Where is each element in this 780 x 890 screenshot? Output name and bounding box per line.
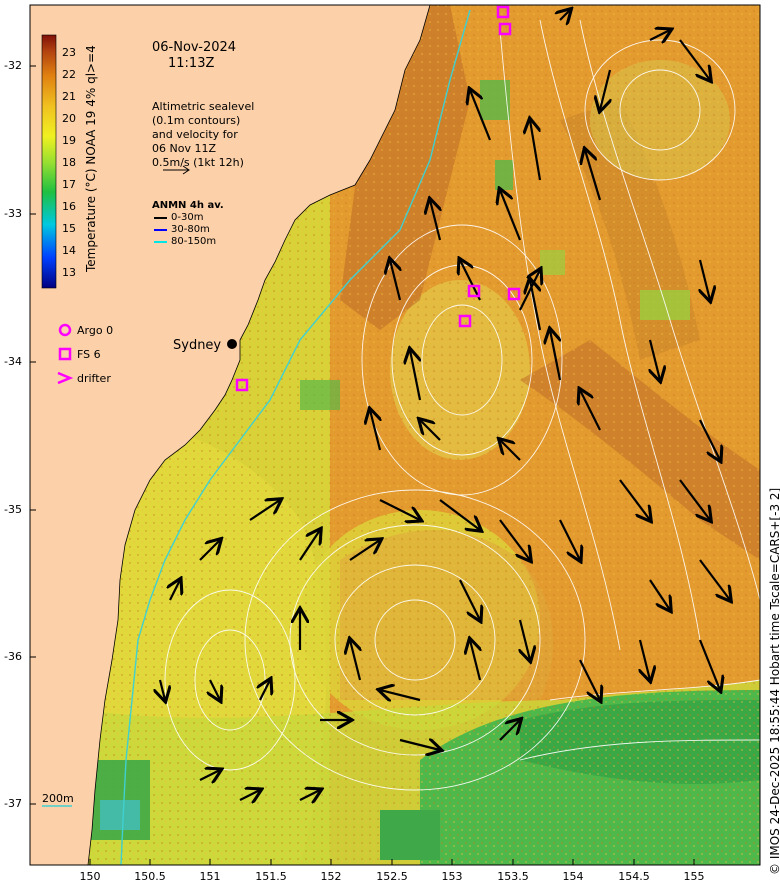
description-line: 06 Nov 11Z [152, 142, 216, 155]
y-tick: -35 [4, 503, 22, 516]
colorbar [41, 34, 57, 289]
x-tick: 150 [79, 870, 101, 883]
sst-map [29, 4, 761, 866]
colorbar-tick: 19 [62, 134, 76, 147]
anmn-row-label: 30-80m [171, 224, 210, 235]
x-tick: 152 [320, 870, 342, 883]
x-tick: 154.5 [618, 870, 650, 883]
x-tick: 155 [683, 870, 705, 883]
description: Altimetric sealevel (0.1m contours) and … [152, 100, 254, 170]
colorbar-tick: 13 [62, 266, 76, 279]
copyright: © IMOS 24-Dec-2025 18:55:44 Hobart time … [768, 487, 780, 875]
y-tick: -37 [4, 797, 22, 810]
x-tick: 151 [199, 870, 221, 883]
map-date: 06-Nov-2024 [152, 40, 237, 55]
colorbar-tick: 20 [62, 112, 76, 125]
x-tick: 153 [441, 870, 463, 883]
x-tick: 150.5 [134, 870, 166, 883]
description-line: 0.5m/s (1kt 12h) [152, 156, 244, 169]
colorbar-tick: 18 [62, 156, 76, 169]
colorbar-title: Temperature (°C) NOAA 19 4% ql>=4 [84, 45, 98, 272]
legend-argo-label: Argo 0 [77, 324, 114, 337]
colorbar-tick: 16 [62, 200, 76, 213]
anmn-title: ANMN 4h av. [152, 200, 224, 211]
y-tick: -33 [4, 207, 22, 220]
x-tick: 151.5 [255, 870, 287, 883]
y-tick: -32 [4, 59, 22, 72]
x-tick: 153.5 [497, 870, 529, 883]
description-line: Altimetric sealevel [152, 100, 255, 113]
colorbar-tick: 17 [62, 178, 76, 191]
legend-drifter-label: drifter [77, 372, 111, 385]
anmn-row-label: 80-150m [171, 236, 217, 247]
place-sydney: Sydney [173, 338, 222, 353]
description-line: (0.1m contours) [152, 114, 241, 127]
colorbar-tick: 23 [62, 46, 76, 59]
x-tick: 154 [562, 870, 584, 883]
description-line: and velocity for [152, 128, 238, 141]
anmn-row-label: 0-30m [171, 212, 204, 223]
y-tick: -34 [4, 355, 22, 368]
map-time: 11:13Z [168, 56, 215, 71]
x-tick: 152.5 [376, 870, 408, 883]
colorbar-tick: 15 [62, 222, 76, 235]
y-tick: -36 [4, 650, 22, 663]
colorbar-tick: 21 [62, 90, 76, 103]
sydney-marker [227, 339, 237, 349]
depth-label: 200m [42, 792, 74, 805]
legend-fs-label: FS 6 [77, 348, 101, 361]
colorbar-tick: 22 [62, 68, 76, 81]
colorbar-tick: 14 [62, 244, 76, 257]
